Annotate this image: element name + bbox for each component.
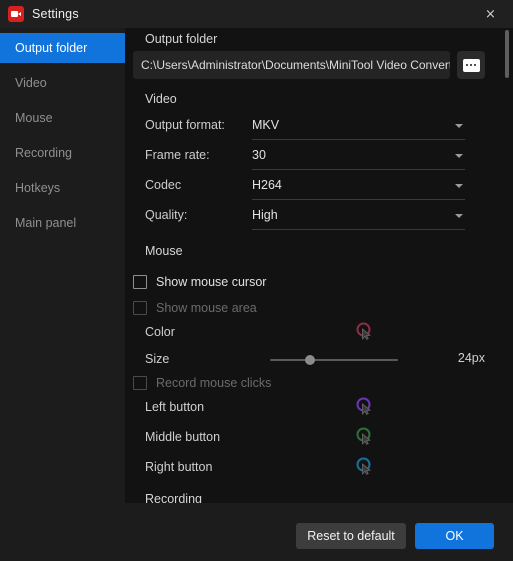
checkbox-label: Show mouse cursor xyxy=(156,275,267,289)
section-title-video: Video xyxy=(145,92,177,106)
left-button-label: Left button xyxy=(145,400,205,414)
checkbox-box xyxy=(133,275,147,289)
codec-select[interactable]: H264 xyxy=(252,172,465,200)
sidebar: Output folder Video Mouse Recording Hotk… xyxy=(0,28,125,503)
output-folder-path-input[interactable]: C:\Users\Administrator\Documents\MiniToo… xyxy=(133,51,450,79)
color-swatch-left-button[interactable] xyxy=(353,396,375,418)
settings-content-panel: Output folder C:\Users\Administrator\Doc… xyxy=(125,28,513,503)
mouse-area-color-label: Color xyxy=(145,325,175,339)
mouse-area-size-label: Size xyxy=(145,352,170,366)
sidebar-item-output-folder[interactable]: Output folder xyxy=(0,33,125,63)
checkbox-show-mouse-area[interactable]: Show mouse area xyxy=(133,298,257,318)
content-scrollbar[interactable] xyxy=(504,28,510,503)
checkbox-box xyxy=(133,376,147,390)
sidebar-item-label: Mouse xyxy=(15,111,53,125)
settings-dialog: Settings × Output folder Video Mouse Rec… xyxy=(0,0,513,561)
ellipsis-icon xyxy=(462,58,480,72)
ok-button[interactable]: OK xyxy=(415,523,494,549)
sidebar-item-video[interactable]: Video xyxy=(0,68,125,98)
sidebar-item-label: Video xyxy=(15,76,47,90)
video-camera-icon xyxy=(8,6,24,22)
close-icon[interactable]: × xyxy=(468,0,513,28)
slider-thumb[interactable] xyxy=(304,355,315,365)
quality-value: High xyxy=(252,208,278,222)
title-bar: Settings × xyxy=(0,0,513,28)
setting-row-codec: Codec H264 xyxy=(125,172,485,202)
reset-to-default-button[interactable]: Reset to default xyxy=(296,523,406,549)
output-format-select[interactable]: MKV xyxy=(252,112,465,140)
setting-row-mouse-area-size: Size 24px xyxy=(125,348,485,372)
sidebar-item-label: Hotkeys xyxy=(15,181,61,195)
codec-label: Codec xyxy=(145,178,182,192)
browse-folder-button[interactable] xyxy=(457,51,485,79)
quality-label: Quality: xyxy=(145,208,188,222)
chevron-down-icon xyxy=(455,124,463,128)
chevron-down-icon xyxy=(455,154,463,158)
frame-rate-value: 30 xyxy=(252,148,266,162)
chevron-down-icon xyxy=(455,184,463,188)
setting-row-output-format: Output format: MKV xyxy=(125,112,485,142)
mouse-area-size-value: 24px xyxy=(457,351,485,365)
setting-row-quality: Quality: High xyxy=(125,202,485,232)
mouse-area-size-slider[interactable] xyxy=(270,355,398,365)
setting-row-mouse-area-color: Color xyxy=(125,321,485,345)
section-title-output-folder: Output folder xyxy=(145,32,218,46)
checkbox-label: Record mouse clicks xyxy=(156,376,272,390)
sidebar-item-label: Main panel xyxy=(15,216,77,230)
window-title: Settings xyxy=(32,7,79,21)
right-button-label: Right button xyxy=(145,460,213,474)
setting-row-right-button: Right button xyxy=(125,456,485,480)
codec-value: H264 xyxy=(252,178,282,192)
dialog-footer: Reset to default OK xyxy=(0,503,513,561)
chevron-down-icon xyxy=(455,214,463,218)
scrollbar-thumb[interactable] xyxy=(505,30,509,78)
color-swatch-mouse-area[interactable] xyxy=(353,321,375,343)
middle-button-label: Middle button xyxy=(145,430,221,444)
color-swatch-middle-button[interactable] xyxy=(353,426,375,448)
setting-row-left-button: Left button xyxy=(125,396,485,420)
checkbox-box xyxy=(133,301,147,315)
checkbox-show-mouse-cursor[interactable]: Show mouse cursor xyxy=(133,272,266,292)
sidebar-item-mouse[interactable]: Mouse xyxy=(0,103,125,133)
color-swatch-right-button[interactable] xyxy=(353,456,375,478)
output-format-label: Output format: xyxy=(145,118,225,132)
quality-select[interactable]: High xyxy=(252,202,465,230)
frame-rate-label: Frame rate: xyxy=(145,148,210,162)
sidebar-item-recording[interactable]: Recording xyxy=(0,138,125,168)
output-format-value: MKV xyxy=(252,118,280,132)
setting-row-middle-button: Middle button xyxy=(125,426,485,450)
setting-row-frame-rate: Frame rate: 30 xyxy=(125,142,485,172)
sidebar-item-label: Output folder xyxy=(15,41,88,55)
frame-rate-select[interactable]: 30 xyxy=(252,142,465,170)
section-title-mouse: Mouse xyxy=(145,244,183,258)
sidebar-item-label: Recording xyxy=(15,146,72,160)
checkbox-record-mouse-clicks[interactable]: Record mouse clicks xyxy=(133,373,271,393)
sidebar-item-main-panel[interactable]: Main panel xyxy=(0,208,125,238)
checkbox-label: Show mouse area xyxy=(156,301,257,315)
section-title-recording: Recording xyxy=(145,492,202,503)
sidebar-item-hotkeys[interactable]: Hotkeys xyxy=(0,173,125,203)
